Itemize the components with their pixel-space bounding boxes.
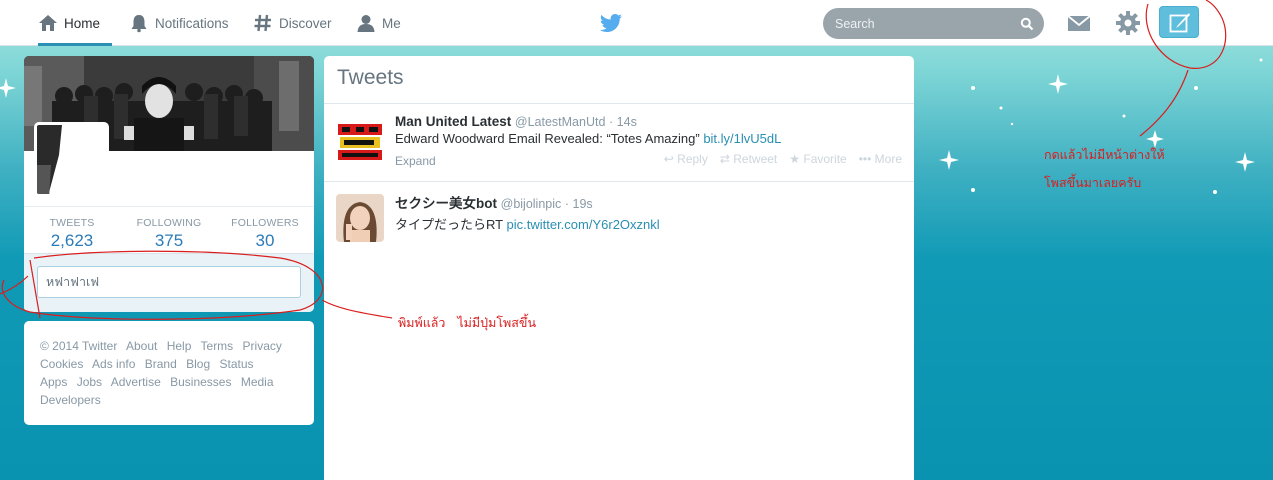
tweet-item[interactable]: セクシー美女bot @bijolinpic · 19s タイプだったらRT pi… <box>324 182 914 254</box>
envelope-icon[interactable] <box>1067 13 1091 33</box>
search-placeholder: Search <box>835 16 875 31</box>
compose-tweet-button[interactable] <box>1159 6 1199 38</box>
search-icon[interactable] <box>1020 17 1034 31</box>
tweet-actions: ↩ Reply ⇄ Retweet ★ Favorite ••• More <box>664 152 902 166</box>
person-icon <box>357 15 375 32</box>
footer-link-ads-info[interactable]: Ads info <box>92 357 135 371</box>
stat-followers-label: FOLLOWERS <box>231 217 299 229</box>
tweet-content: セクシー美女bot @bijolinpic · 19s タイプだったらRT pi… <box>395 192 904 233</box>
stat-followers[interactable]: FOLLOWERS 30 <box>220 217 310 251</box>
tweet-author-handle[interactable]: @bijolinpic <box>501 197 562 211</box>
man-united-logo <box>336 116 384 164</box>
annotation-text-compose-line2: โพสขึ้นมาเลยครับ <box>1044 175 1142 190</box>
avatar-photo <box>37 125 106 194</box>
nav-home[interactable]: Home <box>38 0 112 46</box>
profile-stats: TWEETS 2,623 FOLLOWING 375 FOLLOWERS 30 <box>24 206 314 254</box>
favorite-label: Favorite <box>803 152 847 166</box>
footer-link-businesses[interactable]: Businesses <box>170 375 231 389</box>
footer-link-cookies[interactable]: Cookies <box>40 357 83 371</box>
footer-link-help[interactable]: Help <box>167 339 192 353</box>
home-icon <box>39 15 57 31</box>
footer-link-privacy[interactable]: Privacy <box>243 339 282 353</box>
tweet-text: タイプだったらRT pic.twitter.com/Y6r2Oxznkl <box>395 214 904 233</box>
nav-notifications[interactable]: Notifications <box>129 0 229 46</box>
tweet-composer <box>24 253 314 312</box>
profile-avatar[interactable] <box>34 122 109 197</box>
portrait-photo <box>336 194 384 242</box>
tweet-avatar[interactable] <box>336 116 384 164</box>
hash-icon <box>254 14 271 32</box>
tweet-link[interactable]: pic.twitter.com/Y6r2Oxznkl <box>507 217 660 232</box>
footer-link-brand[interactable]: Brand <box>145 357 177 371</box>
stat-following-label: FOLLOWING <box>136 217 202 229</box>
favorite-action[interactable]: ★ Favorite <box>789 152 846 166</box>
tweet-link[interactable]: bit.ly/1lvU5dL <box>703 131 781 146</box>
tweet-author-name[interactable]: Man United Latest <box>395 114 511 129</box>
footer-link-terms[interactable]: Terms <box>201 339 234 353</box>
tweet-item[interactable]: Man United Latest @LatestManUtd · 14s Ed… <box>324 104 914 182</box>
nav-home-label: Home <box>64 15 101 31</box>
annotation-text-composer: พิมพ์แล้ว ไม่มีปุ่มโพสขึ้น <box>398 315 536 330</box>
annotation-text-compose-line1: กดแล้วไม่มีหน้าต่างให้ <box>1044 147 1165 162</box>
tweet-timestamp[interactable]: · 19s <box>565 197 593 211</box>
timeline-title: Tweets <box>324 56 914 104</box>
footer-copyright: © 2014 Twitter <box>40 339 118 353</box>
stat-tweets[interactable]: TWEETS 2,623 <box>27 217 117 251</box>
more-label: More <box>874 152 902 166</box>
tweets-timeline: Tweets Man United Latest @LatestManUtd ·… <box>324 56 914 480</box>
bell-icon <box>131 15 147 33</box>
nav-discover[interactable]: Discover <box>253 0 332 46</box>
top-navigation-bar: Home Notifications Discover Me Search <box>0 0 1273 46</box>
compose-quill-icon <box>1169 13 1190 33</box>
footer-link-about[interactable]: About <box>126 339 157 353</box>
tweet-text-body: タイプだったらRT <box>395 217 503 232</box>
nav-me[interactable]: Me <box>356 0 401 46</box>
stat-tweets-label: TWEETS <box>49 217 95 229</box>
tweet-timestamp[interactable]: · 14s <box>609 115 637 129</box>
footer-link-developers[interactable]: Developers <box>40 393 101 407</box>
tweet-author-name[interactable]: セクシー美女bot <box>395 196 497 211</box>
footer-links-card: © 2014 Twitter About Help Terms Privacy … <box>24 321 314 425</box>
stat-followers-value: 30 <box>255 231 275 250</box>
tweet-compose-input[interactable] <box>37 266 301 298</box>
tweet-avatar[interactable] <box>336 194 384 242</box>
retweet-label: Retweet <box>733 152 778 166</box>
profile-card: TWEETS 2,623 FOLLOWING 375 FOLLOWERS 30 <box>24 56 314 312</box>
annotation-pointer-line <box>1139 69 1189 137</box>
stat-following[interactable]: FOLLOWING 375 <box>124 217 214 251</box>
footer-link-blog[interactable]: Blog <box>186 357 210 371</box>
search-input[interactable]: Search <box>823 8 1044 39</box>
nav-me-label: Me <box>382 15 401 31</box>
footer-link-apps[interactable]: Apps <box>40 375 67 389</box>
footer-link-jobs[interactable]: Jobs <box>77 375 102 389</box>
stat-tweets-value: 2,623 <box>50 231 94 250</box>
retweet-action[interactable]: ⇄ Retweet <box>720 152 777 166</box>
stat-following-value: 375 <box>154 231 184 250</box>
reply-action[interactable]: ↩ Reply <box>664 152 708 166</box>
gear-icon[interactable] <box>1115 10 1141 36</box>
nav-discover-label: Discover <box>279 15 332 31</box>
footer-link-media[interactable]: Media <box>241 375 274 389</box>
footer-link-advertise[interactable]: Advertise <box>111 375 161 389</box>
tweet-text-body: Edward Woodward Email Revealed: “Totes A… <box>395 131 700 146</box>
footer-link-status[interactable]: Status <box>219 357 253 371</box>
nav-notifications-label: Notifications <box>155 15 229 31</box>
reply-label: Reply <box>677 152 708 166</box>
twitter-bird-icon[interactable] <box>599 11 623 35</box>
tweet-author-handle[interactable]: @LatestManUtd <box>515 115 606 129</box>
tweet-text: Edward Woodward Email Revealed: “Totes A… <box>395 131 904 146</box>
more-action[interactable]: ••• More <box>859 152 902 166</box>
